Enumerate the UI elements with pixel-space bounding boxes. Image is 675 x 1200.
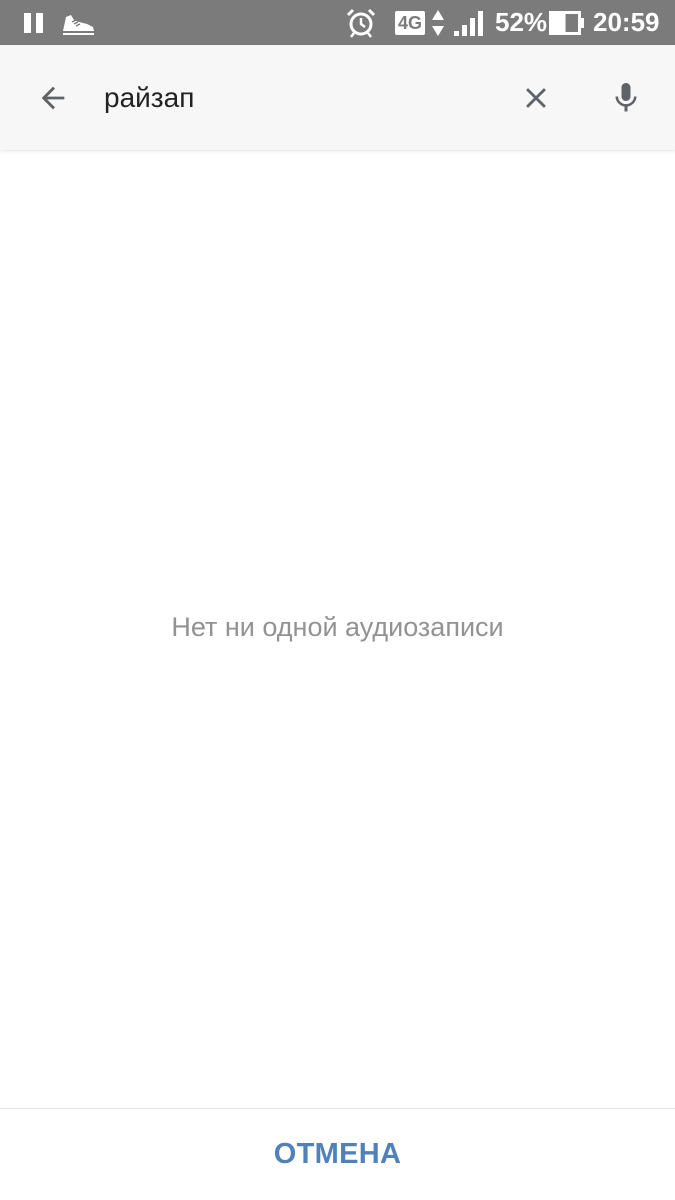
network-label: 4G [395,10,426,35]
data-arrows-icon [431,0,445,45]
network-4g-icon: 4G [395,0,426,45]
clear-icon [526,87,546,108]
signal-icon [453,0,485,45]
empty-state-message: Нет ни одной аудиозаписи [171,612,504,642]
voice-search-button[interactable] [591,45,661,150]
cancel-button[interactable]: ОТМЕНА [0,1109,675,1200]
status-bar: 4G 52% 20:59 [0,0,675,45]
back-arrow-icon [41,86,65,109]
battery-percent: 52% [495,7,548,37]
clock: 20:59 [593,7,660,37]
back-button[interactable] [18,45,88,150]
screen: 4G 52% 20:59 райзап Нет ни одной аудиоза… [0,0,675,1200]
search-toolbar: райзап [0,45,675,150]
microphone-icon [615,82,637,111]
battery-icon [549,0,585,45]
sneaker-icon [60,0,96,45]
search-input[interactable]: райзап [104,45,194,150]
pause-icon [22,0,46,45]
clear-search-button[interactable] [501,45,571,150]
alarm-icon [345,0,377,45]
